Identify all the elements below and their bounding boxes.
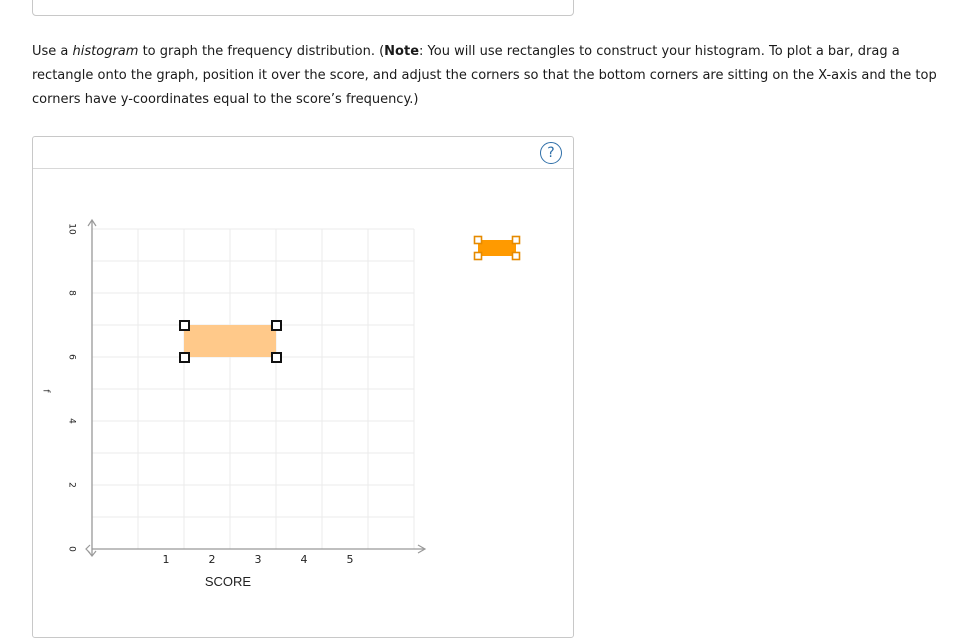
y-tick-label: 10 <box>67 223 77 235</box>
histogram-graph[interactable]: 1 2 3 4 5 0 2 4 6 8 10 SCORE f <box>0 0 972 618</box>
rectangle-tool-icon[interactable] <box>478 240 516 256</box>
bar-corner-handle[interactable] <box>271 352 282 363</box>
histogram-bar[interactable] <box>184 325 276 357</box>
y-tick-label: 8 <box>67 290 77 296</box>
x-tick-label: 3 <box>255 553 262 566</box>
x-tick-label: 1 <box>163 553 170 566</box>
x-tick-label: 4 <box>301 553 308 566</box>
x-tick-label: 5 <box>347 553 354 566</box>
x-tick-label: 2 <box>209 553 216 566</box>
y-tick-label: 0 <box>67 546 77 552</box>
y-tick-label: 4 <box>67 418 77 424</box>
bar-corner-handle[interactable] <box>179 320 190 331</box>
y-tick-label: 2 <box>67 482 77 488</box>
bar-corner-handle[interactable] <box>179 352 190 363</box>
rectangle-tool-handle-icon[interactable] <box>473 251 483 261</box>
y-tick-label: 6 <box>67 354 77 360</box>
rectangle-tool-handle-icon[interactable] <box>511 235 521 245</box>
rectangle-tool-handle-icon[interactable] <box>511 251 521 261</box>
x-axis-title: SCORE <box>205 574 252 589</box>
y-axis-title: f <box>41 389 51 393</box>
rectangle-tool-handle-icon[interactable] <box>473 235 483 245</box>
bar-corner-handle[interactable] <box>271 320 282 331</box>
